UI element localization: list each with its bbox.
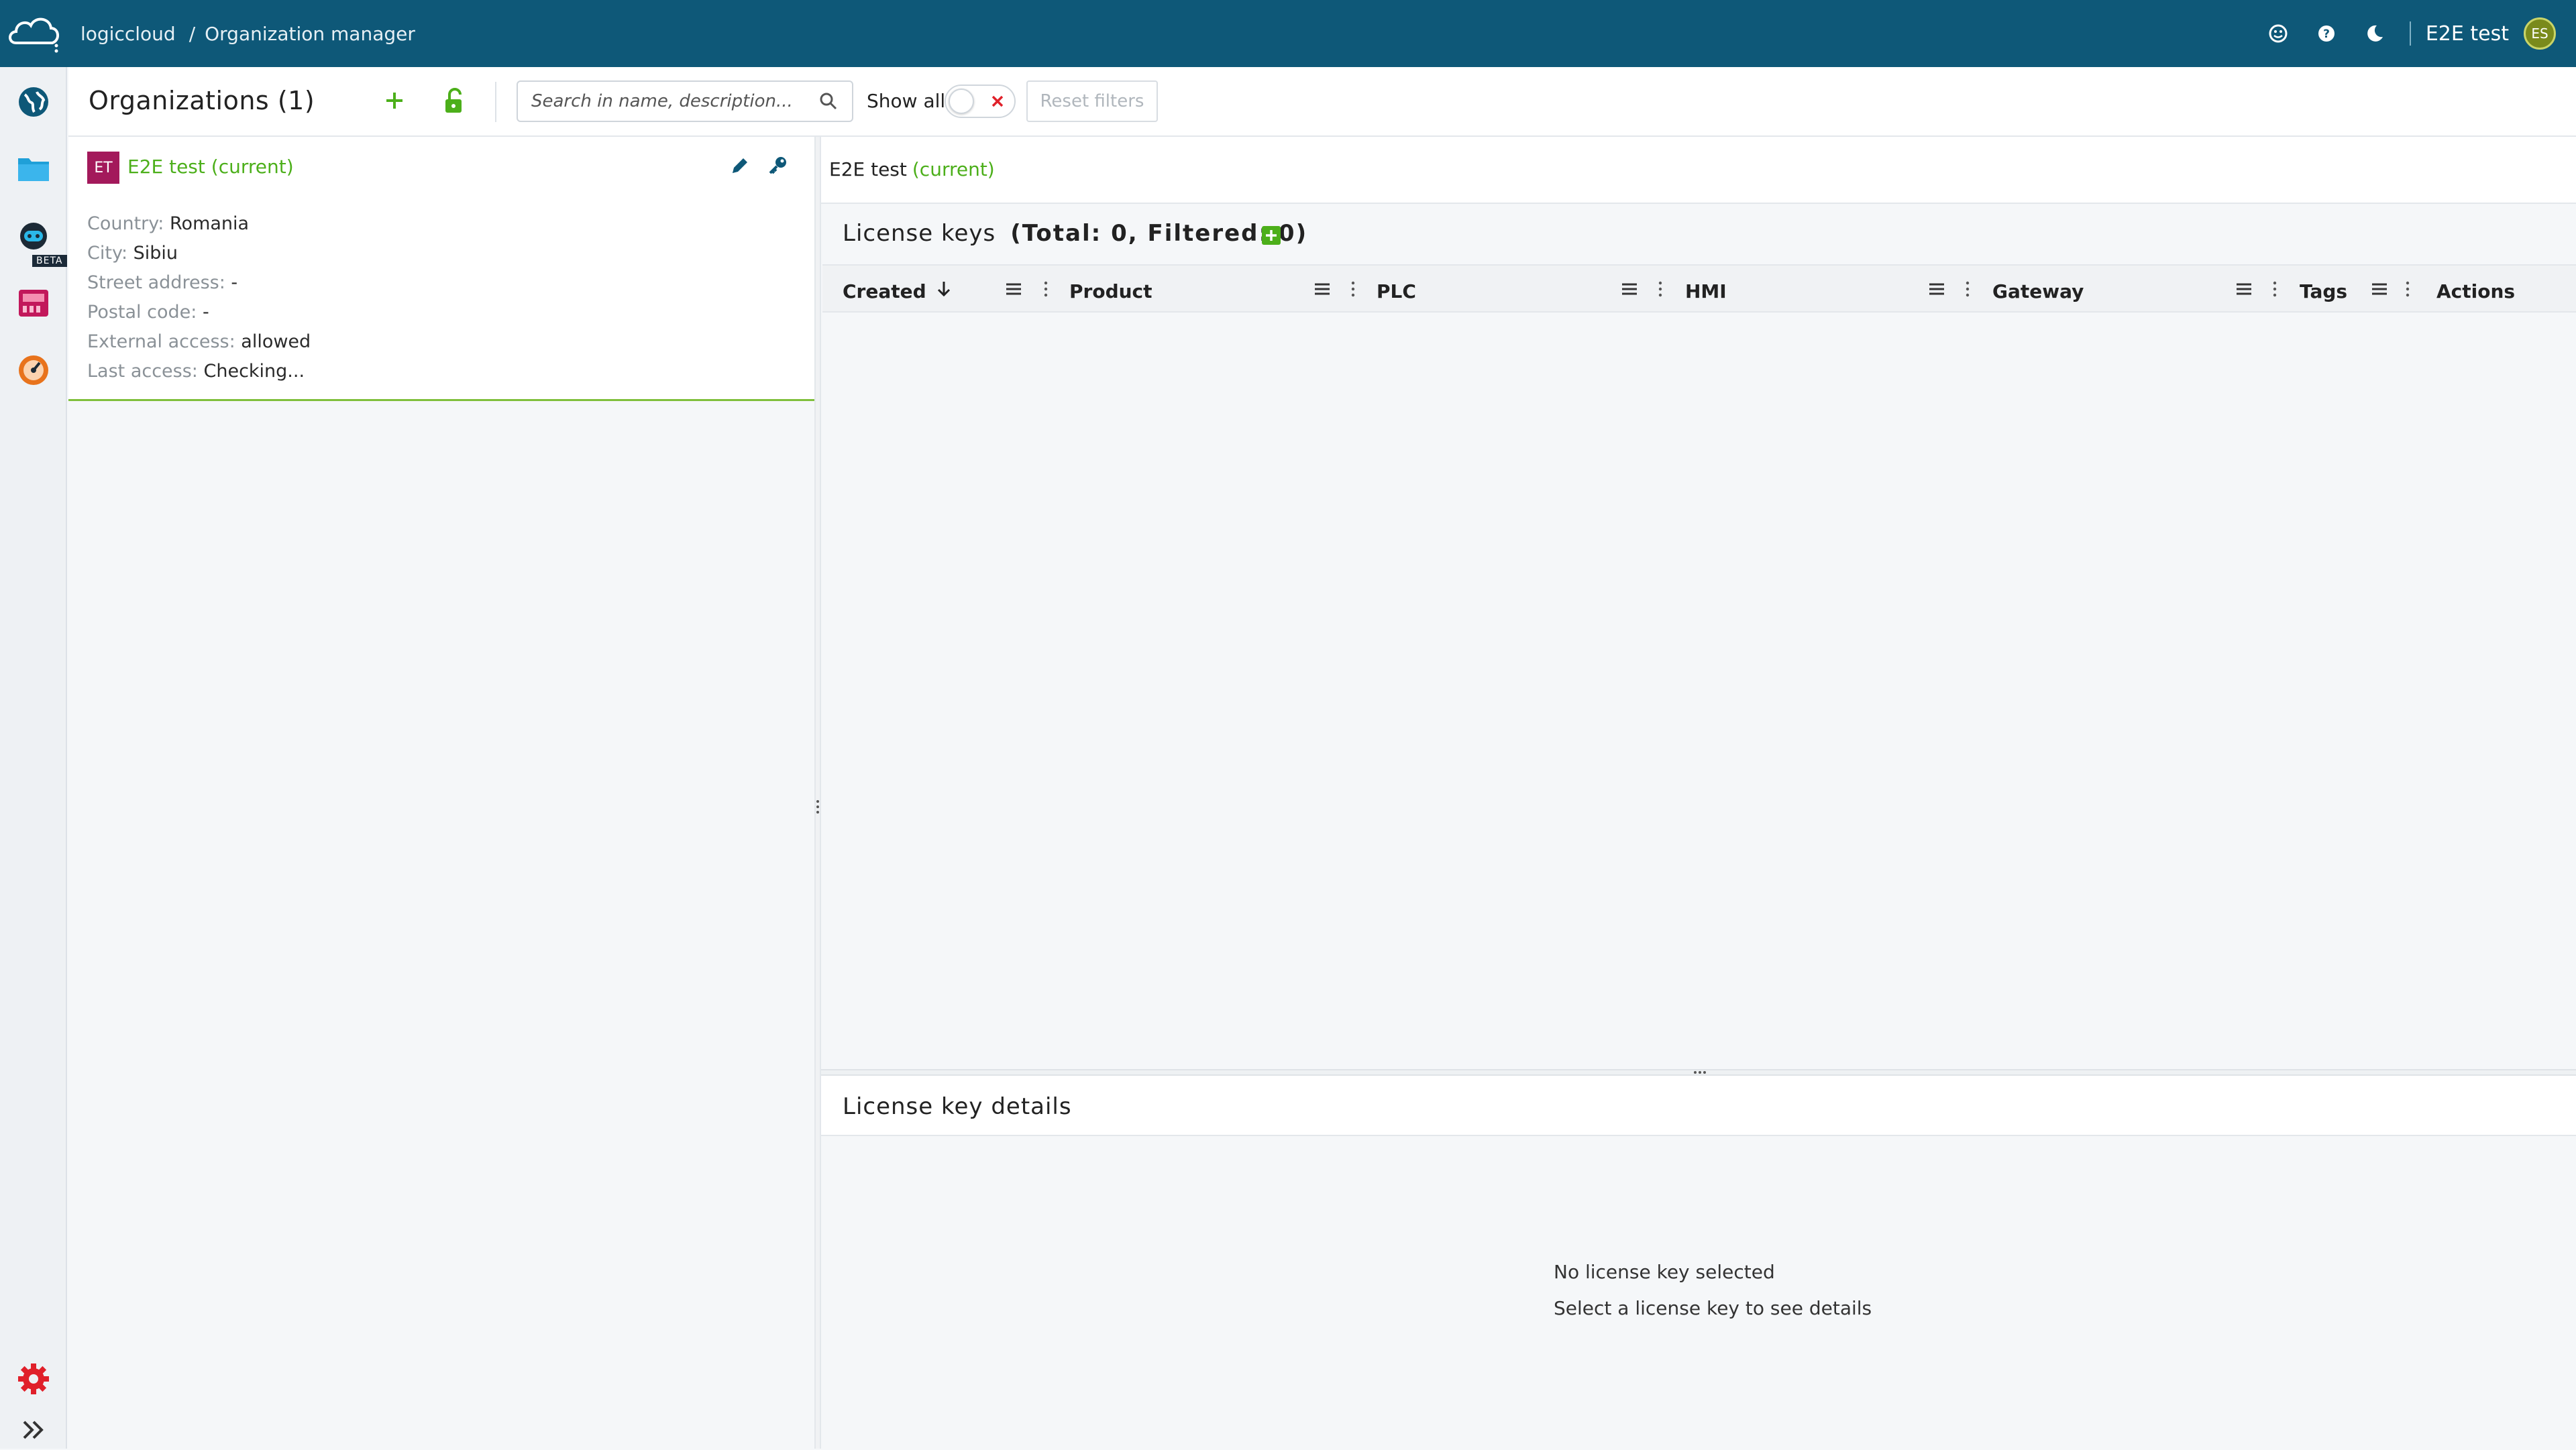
help-icon[interactable]: ? <box>2313 20 2340 47</box>
current-label: (current) <box>912 158 995 180</box>
cloud-logo-icon[interactable] <box>7 12 62 54</box>
breadcrumb-root[interactable]: logiccloud <box>80 23 176 45</box>
column-resize-icon[interactable] <box>1350 279 1356 299</box>
show-all-toggle[interactable] <box>945 85 1016 118</box>
svg-text:?: ? <box>2323 27 2330 41</box>
reset-filters-button[interactable]: Reset filters <box>1026 80 1158 122</box>
header-divider <box>2409 21 2411 46</box>
selected-organization-header: E2E test (current) <box>821 137 2576 204</box>
organization-card[interactable]: ET E2E test (current) Country: Romania C… <box>68 137 814 401</box>
toolbar-divider <box>495 82 496 122</box>
toggle-knob <box>949 89 974 114</box>
license-key-details-header: License key details <box>821 1076 2576 1136</box>
robot-icon[interactable] <box>13 216 54 256</box>
search-input[interactable] <box>517 80 853 122</box>
search-icon[interactable] <box>818 91 839 111</box>
close-icon <box>986 90 1009 113</box>
column-plc[interactable]: PLC <box>1358 266 1665 311</box>
column-menu-icon[interactable] <box>1927 279 1947 299</box>
settings-icon[interactable] <box>13 1359 54 1399</box>
drag-handle-icon[interactable] <box>1692 1066 1708 1074</box>
device-icon[interactable] <box>13 283 54 323</box>
column-hmi[interactable]: HMI <box>1665 266 1972 311</box>
beta-badge: BETA <box>32 255 67 267</box>
license-keys-table-header: Created Product PLC HMI Gateway Tags Act… <box>822 264 2576 313</box>
column-menu-icon[interactable] <box>2234 279 2254 299</box>
column-actions: Actions <box>2436 280 2516 302</box>
expand-icon[interactable] <box>13 1410 54 1450</box>
add-license-key-icon[interactable] <box>1261 225 1281 245</box>
column-tags[interactable]: Tags <box>2279 266 2414 311</box>
sidebar: BETA <box>0 67 67 1449</box>
column-created[interactable]: Created <box>822 266 1051 311</box>
column-resize-icon[interactable] <box>1657 279 1664 299</box>
column-product[interactable]: Product <box>1051 266 1358 311</box>
top-bar: logiccloud / Organization manager ? E2E … <box>0 0 2576 67</box>
sort-descending-icon[interactable] <box>934 279 954 299</box>
organization-badge: ET <box>87 152 119 184</box>
prop-last-access: Last access: Checking... <box>87 361 305 382</box>
avatar[interactable]: ES <box>2524 17 2556 50</box>
prop-country: Country: Romania <box>87 213 250 234</box>
empty-state-hint: Select a license key to see details <box>1554 1297 1872 1319</box>
page-title: Organizations (1) <box>89 86 315 115</box>
organization-name[interactable]: E2E test (current) <box>127 156 294 178</box>
breadcrumb: logiccloud / Organization manager <box>80 0 415 67</box>
organization-list: ET E2E test (current) Country: Romania C… <box>68 137 814 1449</box>
empty-state-title: No license key selected <box>1554 1261 1775 1283</box>
dark-mode-icon[interactable] <box>2361 20 2388 47</box>
column-menu-icon[interactable] <box>1619 279 1640 299</box>
column-menu-icon[interactable] <box>1312 279 1332 299</box>
license-keys-title: License keys (Total: 0, Filtered: 0) <box>843 220 1308 247</box>
prop-city: City: Sibiu <box>87 243 178 264</box>
column-resize-icon[interactable] <box>2271 279 2278 299</box>
drag-handle-icon[interactable] <box>814 798 821 816</box>
breadcrumb-separator: / <box>189 22 196 45</box>
column-menu-icon[interactable] <box>1004 279 1024 299</box>
organization-detail: E2E test (current) License keys (Total: 0,… <box>821 137 2576 1449</box>
feedback-icon[interactable] <box>2265 20 2292 47</box>
prop-external-access: External access: allowed <box>87 331 311 352</box>
key-icon[interactable] <box>766 154 789 177</box>
column-gateway[interactable]: Gateway <box>1972 266 2279 311</box>
gauge-icon[interactable] <box>13 350 54 390</box>
folder-icon[interactable] <box>13 149 54 189</box>
prop-street: Street address: - <box>87 272 238 293</box>
license-key-details-title: License key details <box>843 1093 1072 1120</box>
column-menu-icon[interactable] <box>2369 279 2390 299</box>
pencil-icon[interactable] <box>729 154 751 177</box>
show-all-label: Show all <box>867 90 946 112</box>
license-keys-table-body <box>822 313 2576 1069</box>
vertical-splitter[interactable] <box>814 137 821 1449</box>
user-name[interactable]: E2E test <box>2426 22 2509 46</box>
column-resize-icon[interactable] <box>1042 279 1049 299</box>
prop-postal-code: Postal code: - <box>87 302 209 323</box>
organization-properties: Country: Romania City: Sibiu Street addr… <box>87 209 311 386</box>
column-resize-icon[interactable] <box>2404 279 2411 299</box>
add-organization-icon[interactable] <box>381 87 408 114</box>
unlock-icon[interactable] <box>441 86 468 115</box>
toolbar: Organizations (1) Show all Reset filters <box>68 67 2576 137</box>
selected-organization-name: E2E test (current) <box>829 158 995 180</box>
globe-icon[interactable] <box>13 82 54 122</box>
breadcrumb-current: Organization manager <box>205 22 415 45</box>
column-resize-icon[interactable] <box>1964 279 1971 299</box>
license-key-details-body <box>821 1136 2576 1449</box>
